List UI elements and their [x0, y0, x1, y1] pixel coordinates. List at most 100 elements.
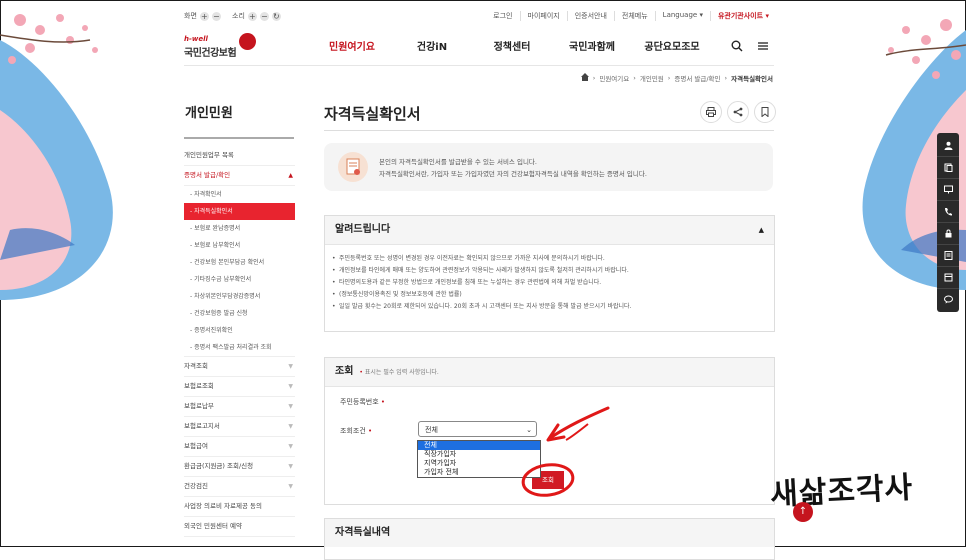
- lnb-title: 개인민원: [185, 106, 233, 121]
- chevron-down-icon: ▼: [288, 363, 293, 370]
- utility-bar: 화면 + − 소리 + − ↻ 로그인 마이페이지 인증서안내 전체메뉴 Lan…: [184, 8, 776, 24]
- scroll-top-button[interactable]: ↑: [793, 502, 813, 522]
- monitor-icon[interactable]: [937, 179, 959, 201]
- chevron-down-icon: ⌄: [526, 426, 532, 434]
- lnb-item-label: 보험료고지서: [184, 422, 220, 430]
- login-link[interactable]: 로그인: [486, 11, 519, 21]
- logo[interactable]: h-well 국민건강보험: [184, 33, 256, 59]
- document-copy-icon[interactable]: [937, 157, 959, 179]
- font-size-label: 화면: [184, 12, 197, 20]
- sound-up-button[interactable]: +: [247, 11, 257, 21]
- lnb-sub-item[interactable]: - 자격확인서: [184, 186, 295, 203]
- condition-selected: 전체: [425, 426, 438, 434]
- dropdown-option[interactable]: 직장가입자: [418, 450, 540, 459]
- required-note: 표시는 필수 입력 사항입니다.: [364, 369, 439, 376]
- lnb-sub-item[interactable]: - 증명서진위확인: [184, 322, 295, 339]
- header-divider: [184, 65, 774, 66]
- lnb-sub-item[interactable]: - 건강보험증 발급 신청: [184, 305, 295, 322]
- page-title: 자격득실확인서: [324, 105, 421, 123]
- affiliate-sites-link[interactable]: 유관기관사이트 ▾: [709, 11, 776, 21]
- dropdown-option[interactable]: 전체: [418, 441, 540, 450]
- breadcrumb-item[interactable]: 개인민원: [640, 73, 664, 83]
- resident-label-text: 주민등록번호: [340, 398, 379, 406]
- lnb-item-label: 보험료납부: [184, 402, 214, 410]
- lnb-item[interactable]: 자격조회 ▼: [184, 357, 295, 377]
- condition-dropdown: 전체 직장가입자 지역가입자 가입자 전체: [417, 440, 541, 478]
- arrow-up-icon: ↑: [798, 506, 808, 517]
- font-size-control: 화면 + −: [184, 11, 221, 21]
- breadcrumb-item[interactable]: 증명서 발급/확인: [674, 73, 720, 83]
- breadcrumb-item[interactable]: 민원여기요: [599, 73, 629, 83]
- phone-icon[interactable]: [937, 201, 959, 223]
- zoom-in-button[interactable]: +: [199, 11, 209, 21]
- dropdown-option[interactable]: 가입자 전체: [418, 468, 540, 477]
- left-decoration: [0, 0, 150, 547]
- left-nav: 개인민원업무 목록 증명서 발급/확인 ▲ - 자격확인서 - 자격득실확인서 -…: [184, 146, 295, 537]
- breadcrumb: › 민원여기요 › 개인민원 › 증명서 발급/확인 › 자격득실확인서: [580, 73, 773, 83]
- lnb-item[interactable]: 보험료납부 ▼: [184, 397, 295, 417]
- service-info-box: 본인의 자격득실확인서를 발급받을 수 있는 서비스 입니다. 자격득실확인서란…: [324, 143, 773, 191]
- lock-icon[interactable]: [937, 223, 959, 245]
- condition-select[interactable]: 전체 ⌄: [418, 421, 537, 437]
- lnb-sub-label: 자격득실확인서: [194, 208, 233, 215]
- sound-down-button[interactable]: −: [259, 11, 269, 21]
- chevron-down-icon: ▼: [288, 443, 293, 450]
- nav-policy-center[interactable]: 정책센터: [472, 38, 552, 53]
- list-icon[interactable]: [937, 245, 959, 267]
- lnb-sub-label: 보험료 납부확인서: [194, 242, 241, 249]
- all-menu-link[interactable]: 전체메뉴: [613, 11, 655, 21]
- lnb-sub-label: 건강보험증 발급 신청: [194, 310, 248, 317]
- page-tools: [700, 101, 776, 123]
- nav-about-nhis[interactable]: 공단요모조모: [632, 38, 712, 53]
- nav-civil-service[interactable]: 민원여기요: [312, 38, 392, 53]
- zoom-out-button[interactable]: −: [211, 11, 221, 21]
- search-icon[interactable]: [731, 37, 743, 56]
- menu-icon[interactable]: [757, 37, 769, 56]
- collapse-icon[interactable]: ▲: [759, 216, 764, 244]
- lnb-sub-label: 증명서 팩스발급 처리결과 조회: [194, 344, 272, 351]
- notice-item-cont: (정보통신망이용촉진 및 정보보호등에 관한 법률): [332, 289, 774, 301]
- nav-health-in[interactable]: 건강iN: [392, 38, 472, 53]
- chat-icon[interactable]: [937, 289, 959, 310]
- notice-panel: 알려드립니다 ▲ 주민등록번호 또는 성명이 변경된 경우 이전자료는 확인되지…: [324, 215, 775, 332]
- chevron-down-icon: ▼: [288, 383, 293, 390]
- lnb-item[interactable]: 환급금(지원금) 조회/신청 ▼: [184, 457, 295, 477]
- notice-header[interactable]: 알려드립니다 ▲: [325, 216, 774, 245]
- share-button[interactable]: [727, 101, 749, 123]
- user-icon[interactable]: [937, 135, 959, 157]
- bookmark-button[interactable]: [754, 101, 776, 123]
- lnb-item[interactable]: 개인민원업무 목록: [184, 146, 295, 166]
- resident-number-label: 주민등록번호 •: [340, 398, 386, 406]
- mypage-link[interactable]: 마이페이지: [519, 11, 567, 21]
- print-button[interactable]: [700, 101, 722, 123]
- sound-reset-button[interactable]: ↻: [271, 11, 281, 21]
- lnb-item[interactable]: 보험료고지서 ▼: [184, 417, 295, 437]
- lnb-item-label: 자격조회: [184, 362, 208, 370]
- lnb-sub-item[interactable]: - 건강보험 본인부담금 확인서: [184, 254, 295, 271]
- lnb-sub-item[interactable]: - 기타징수금 납부확인서: [184, 271, 295, 288]
- lnb-sub-label: 건강보험 본인부담금 확인서: [194, 259, 265, 266]
- cert-guide-link[interactable]: 인증서안내: [566, 11, 614, 21]
- nav-with-citizens[interactable]: 국민과함께: [552, 38, 632, 53]
- logo-text: 국민건강보험: [184, 48, 237, 59]
- chevron-down-icon: ▼: [288, 423, 293, 430]
- lnb-sub-item[interactable]: - 증명서 팩스발급 처리결과 조회: [184, 339, 295, 357]
- lnb-item[interactable]: 보험료조회 ▼: [184, 377, 295, 397]
- dropdown-option[interactable]: 지역가입자: [418, 459, 540, 468]
- lnb-item[interactable]: 건강검진 ▼: [184, 477, 295, 497]
- lnb-item[interactable]: 보험급여 ▼: [184, 437, 295, 457]
- lnb-sub-item[interactable]: - 보험료 납부확인서: [184, 237, 295, 254]
- home-icon[interactable]: [580, 73, 589, 83]
- lnb-sub-item[interactable]: - 보험료 완납증명서: [184, 220, 295, 237]
- lnb-sub-item[interactable]: - 차상위본인부담경감증명서: [184, 288, 295, 305]
- result-panel: 자격득실내역: [324, 518, 775, 560]
- language-select[interactable]: Language ▾: [654, 11, 710, 21]
- lnb-sub-item-active[interactable]: - 자격득실확인서: [184, 203, 295, 220]
- lnb-item-certificates[interactable]: 증명서 발급/확인 ▲: [184, 166, 295, 186]
- lnb-item[interactable]: 사업장 의료비 자료제공 동의: [184, 497, 295, 517]
- book-icon[interactable]: [937, 267, 959, 289]
- lnb-item[interactable]: 외국인 민원센터 예약: [184, 517, 295, 537]
- notice-item: 개인정보를 타인에게 매매 또는 양도하여 관련정보가 악용되는 사례가 발생하…: [332, 265, 774, 277]
- document-icon: [338, 152, 368, 182]
- chevron-down-icon: ▼: [288, 403, 293, 410]
